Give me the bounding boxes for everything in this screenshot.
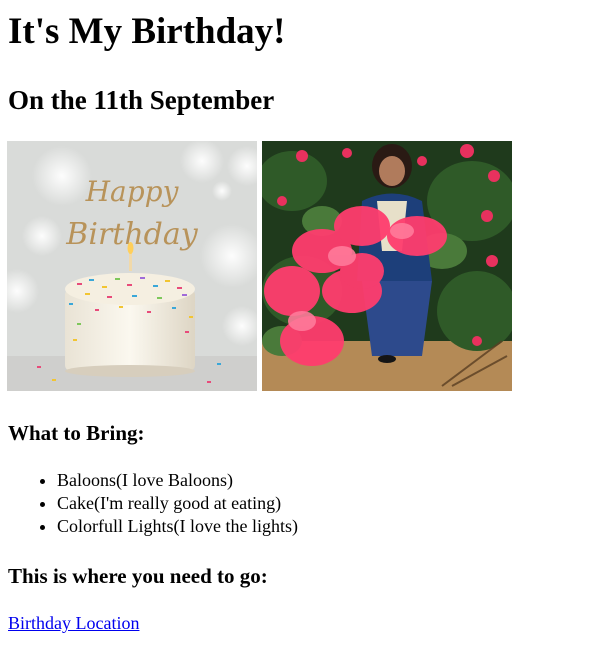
happy-lettering: Happy [85,175,180,208]
list-item: Baloons(I love Baloons) [57,469,298,492]
photo-row: Happy Birthday [7,141,512,391]
list-item: Colorfull Lights(I love the lights) [57,515,298,538]
birthday-cake-image: Happy Birthday [7,141,257,391]
page-title: It's My Birthday! [8,11,286,52]
what-to-bring-heading: What to Bring: [8,421,145,445]
list-item: Cake(I'm really good at eating) [57,492,298,515]
birthday-location-link[interactable]: Birthday Location [8,612,139,635]
bring-list: Baloons(I love Baloons) Cake(I'm really … [8,469,298,538]
flower-garden-photo [262,141,512,391]
page-subtitle: On the 11th September [8,85,275,115]
location-heading: This is where you need to go: [8,564,268,588]
